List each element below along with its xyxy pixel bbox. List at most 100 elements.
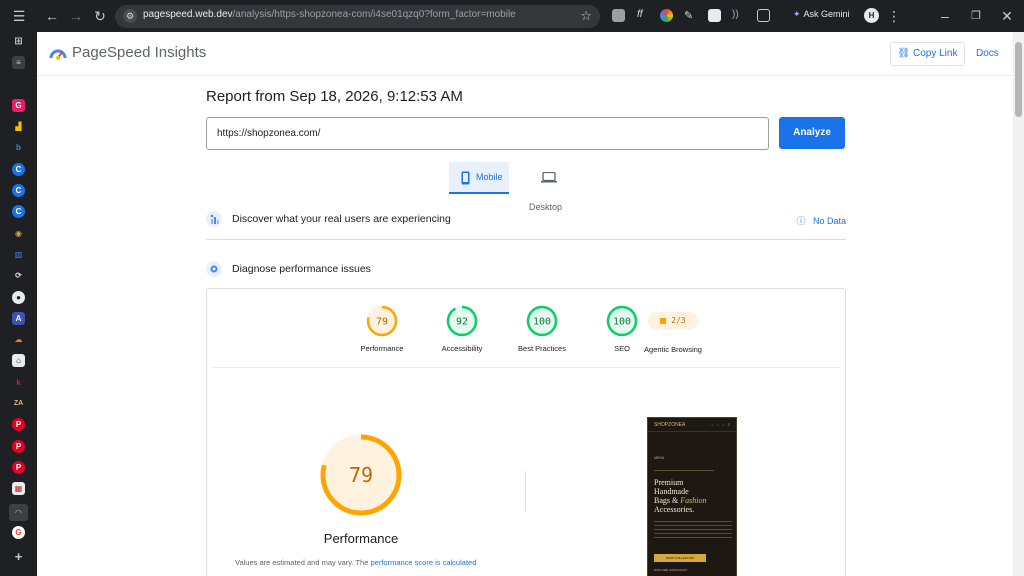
menu-kebab-icon[interactable]: ⋮ xyxy=(885,8,903,24)
sidebar-bing-icon[interactable]: b xyxy=(12,141,25,154)
scores-card: 79 Performance 92 Accessibility 100 Best Prac… xyxy=(206,288,846,576)
ps-title[interactable]: PageSpeed Insights xyxy=(72,44,206,61)
sidebar-a-app-icon[interactable]: A xyxy=(12,312,25,325)
profile-avatar[interactable]: H xyxy=(864,8,879,23)
vertical-divider xyxy=(525,471,526,511)
score-gauge-performance[interactable]: 79 Performance xyxy=(342,304,422,353)
page-scrollbar[interactable] xyxy=(1013,32,1024,576)
estimate-note: Values are estimated and may vary. The p… xyxy=(235,558,477,567)
preview-body-text xyxy=(654,521,732,541)
warning-square-icon xyxy=(660,317,667,324)
browser-sidebar: ⊞ ≡ G ▟ b C C C ◉ ▥ ⟳ ● A ☁ ⌂ k ZA P P P… xyxy=(0,32,37,576)
agentic-browsing-badge[interactable]: 2/3 xyxy=(648,312,698,330)
audio-extension-icon[interactable]: )) xyxy=(732,9,745,22)
analyze-button[interactable]: Analyze xyxy=(779,117,845,149)
sidebar-loop-icon[interactable]: ⟳ xyxy=(12,269,25,282)
score-label: Best Practices xyxy=(518,344,566,353)
sidebar-analytics-icon[interactable]: ▟ xyxy=(12,120,25,133)
score-value: 100 xyxy=(533,317,551,328)
preview-tagline xyxy=(654,470,714,471)
copy-link-button[interactable]: ⛓ Copy Link xyxy=(890,42,965,66)
sidebar-c-app-3-icon[interactable]: C xyxy=(12,205,25,218)
preview-logo: SHOPZONEA xyxy=(654,422,686,428)
score-gauge-accessibility[interactable]: 92 Accessibility xyxy=(422,304,502,353)
users-experience-icon xyxy=(206,211,222,227)
score-value: 92 xyxy=(456,317,468,328)
mobile-phone-icon xyxy=(461,171,470,185)
score-calculated-link[interactable]: performance score is calculated xyxy=(370,558,476,567)
sidebar-book-icon[interactable]: ▥ xyxy=(12,248,25,261)
sidebar-pagespeed-icon[interactable]: ◠ xyxy=(9,504,28,521)
pagespeed-page: PageSpeed Insights ⛓ Copy Link Docs Repo… xyxy=(37,32,1013,576)
pagespeed-logo-icon[interactable] xyxy=(49,45,67,63)
sidebar-google-icon[interactable]: G xyxy=(12,526,25,539)
discover-section: Discover what your real users are experi… xyxy=(206,211,846,231)
sidebar-store-icon[interactable]: ⌂ xyxy=(12,354,25,367)
preview-heading: Premium Handmade Bags & Fashion Accessories… xyxy=(654,478,707,514)
minimize-icon[interactable]: – xyxy=(936,8,954,24)
performance-big-gauge: 79 xyxy=(320,434,402,516)
score-ring: 92 xyxy=(446,305,478,337)
restore-icon[interactable]: ❐ xyxy=(967,8,985,24)
tab-mobile[interactable]: Mobile xyxy=(449,162,509,194)
camera-extension-icon[interactable] xyxy=(612,9,625,22)
mobile-screenshot-preview: SHOPZONEA ◌ ◌ ◌ ≡ MENU Premium Handmade Ba… xyxy=(647,417,737,576)
sidebar-pinterest-3-icon[interactable]: P xyxy=(12,461,25,474)
score-value: 79 xyxy=(376,317,388,328)
sidebar-grid-app-icon[interactable]: ▦ xyxy=(12,482,25,495)
preview-footer: EXPLORE HANDCRAFT xyxy=(654,568,688,572)
score-ring: 79 xyxy=(366,305,398,337)
sidebar-pinterest-2-icon[interactable]: P xyxy=(12,440,25,453)
docs-link[interactable]: Docs xyxy=(976,48,999,59)
site-info-icon[interactable]: ⚙ xyxy=(123,9,137,23)
no-data-status[interactable]: ⓘ No Data xyxy=(796,214,846,227)
sidebar-c-app-2-icon[interactable]: C xyxy=(12,184,25,197)
sidebar-k-app-icon[interactable]: k xyxy=(12,376,25,389)
performance-big-label: Performance xyxy=(323,531,399,546)
forward-icon[interactable]: → xyxy=(67,8,85,24)
color-extension-icon[interactable] xyxy=(660,9,673,22)
reload-icon[interactable]: ↻ xyxy=(91,8,109,24)
back-icon[interactable]: ← xyxy=(43,8,61,24)
diagnose-section: Diagnose performance issues xyxy=(206,261,846,281)
ask-gemini-button[interactable]: ✦ Ask Gemini xyxy=(793,9,850,20)
tab-desktop[interactable]: Desktop xyxy=(529,162,593,212)
sidebar-cloud-icon[interactable]: ☁ xyxy=(12,333,25,346)
score-value: 100 xyxy=(613,317,631,328)
close-window-icon[interactable]: ✕ xyxy=(998,8,1016,24)
tab-search-icon[interactable]: ☰ xyxy=(10,8,28,24)
sidebar-app-1-icon[interactable]: G xyxy=(12,99,25,112)
font-extension-icon[interactable]: ff xyxy=(637,9,650,22)
preview-cta-button: SHOP COLLECTION xyxy=(654,554,706,562)
link-icon: ⛓ xyxy=(897,48,913,59)
sidebar-owl-icon[interactable]: ◉ xyxy=(12,227,25,240)
sidebar-grid-icon[interactable]: ⊞ xyxy=(12,35,25,48)
agentic-browsing-label: Agentic Browsing xyxy=(644,345,702,354)
discover-title: Discover what your real users are experi… xyxy=(232,213,451,225)
address-bar[interactable]: ⚙ pagespeed.web.dev/analysis/https-shopz… xyxy=(115,5,600,28)
url-input[interactable] xyxy=(206,117,769,150)
preview-nav-icons: ◌ ◌ ◌ ≡ xyxy=(711,422,731,427)
browser-toolbar: ☰ ← → ↻ ⚙ pagespeed.web.dev/analysis/htt… xyxy=(0,0,1024,32)
score-gauge-best-practices[interactable]: 100 Best Practices xyxy=(502,304,582,353)
preview-menu: MENU xyxy=(654,456,665,460)
sidebar-reading-icon[interactable]: ≡ xyxy=(12,56,25,69)
section-divider xyxy=(206,239,846,240)
image-extension-icon[interactable] xyxy=(708,9,721,22)
diagnose-gauge-icon xyxy=(206,261,222,277)
sidebar-add-icon[interactable]: + xyxy=(12,550,25,563)
score-ring: 100 xyxy=(526,305,558,337)
scrollbar-thumb[interactable] xyxy=(1015,42,1022,117)
sidebar-github-icon[interactable]: ● xyxy=(12,291,25,304)
pen-extension-icon[interactable]: ✎ xyxy=(684,9,697,22)
address-url[interactable]: pagespeed.web.dev/analysis/https-shopzon… xyxy=(143,9,516,20)
sidebar-pinterest-1-icon[interactable]: P xyxy=(12,418,25,431)
bookmark-star-icon[interactable]: ☆ xyxy=(580,8,592,24)
desktop-laptop-icon xyxy=(541,172,557,183)
sidebar-za-app-icon[interactable]: ZA xyxy=(12,397,25,410)
score-ring: 100 xyxy=(606,305,638,337)
gemini-spark-icon: ✦ xyxy=(793,9,801,19)
sidebar-c-app-1-icon[interactable]: C xyxy=(12,163,25,176)
extensions-puzzle-icon[interactable] xyxy=(757,9,770,22)
report-title: Report from Sep 18, 2026, 9:12:53 AM xyxy=(206,88,463,105)
